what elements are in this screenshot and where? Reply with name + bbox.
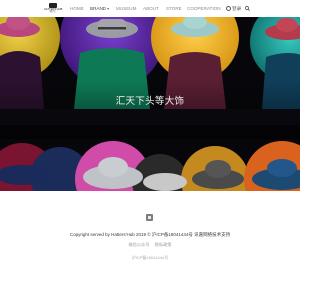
nav-item-museum[interactable]: MUSEUM (116, 5, 136, 13)
footer-links: 微信公众号 隐私政策 (0, 242, 300, 248)
nav-item-about[interactable]: ABOUT (143, 5, 159, 13)
top-navbar: HATTERS'HUB 帽子汇 HOME BRAND▾ MUSEUM ABOUT… (0, 0, 300, 17)
icp-license[interactable]: 沪ICP备18041444号 (0, 255, 300, 261)
nav-item-brand-label: BRAND (90, 6, 107, 11)
hero-banner: 汇天下头等大饰 (0, 17, 300, 191)
site-logo[interactable]: HATTERS'HUB 帽子汇 (44, 3, 62, 14)
nav-item-store[interactable]: STORE (166, 5, 182, 13)
footer-logo-icon (146, 214, 153, 221)
hero-title: 汇天下头等大饰 (115, 96, 185, 107)
footer-link-privacy[interactable]: 隐私政策 (155, 242, 172, 247)
chevron-down-icon: ▾ (107, 6, 110, 11)
logo-subtext: 帽子汇 (49, 11, 57, 13)
nav-item-brand[interactable]: BRAND▾ (90, 5, 109, 13)
login-link[interactable]: 登录 (226, 5, 241, 13)
user-icon (226, 6, 231, 12)
nav-item-cooperation[interactable]: COOPERATION (187, 5, 221, 13)
footer-link-wechat[interactable]: 微信公众号 (129, 242, 150, 247)
copyright-text: Copyright served by Hatters'Hub 2019 © 沪… (69, 232, 231, 237)
search-icon[interactable] (245, 6, 250, 11)
nav-item-home[interactable]: HOME (70, 5, 84, 13)
login-label: 登录 (232, 6, 242, 11)
